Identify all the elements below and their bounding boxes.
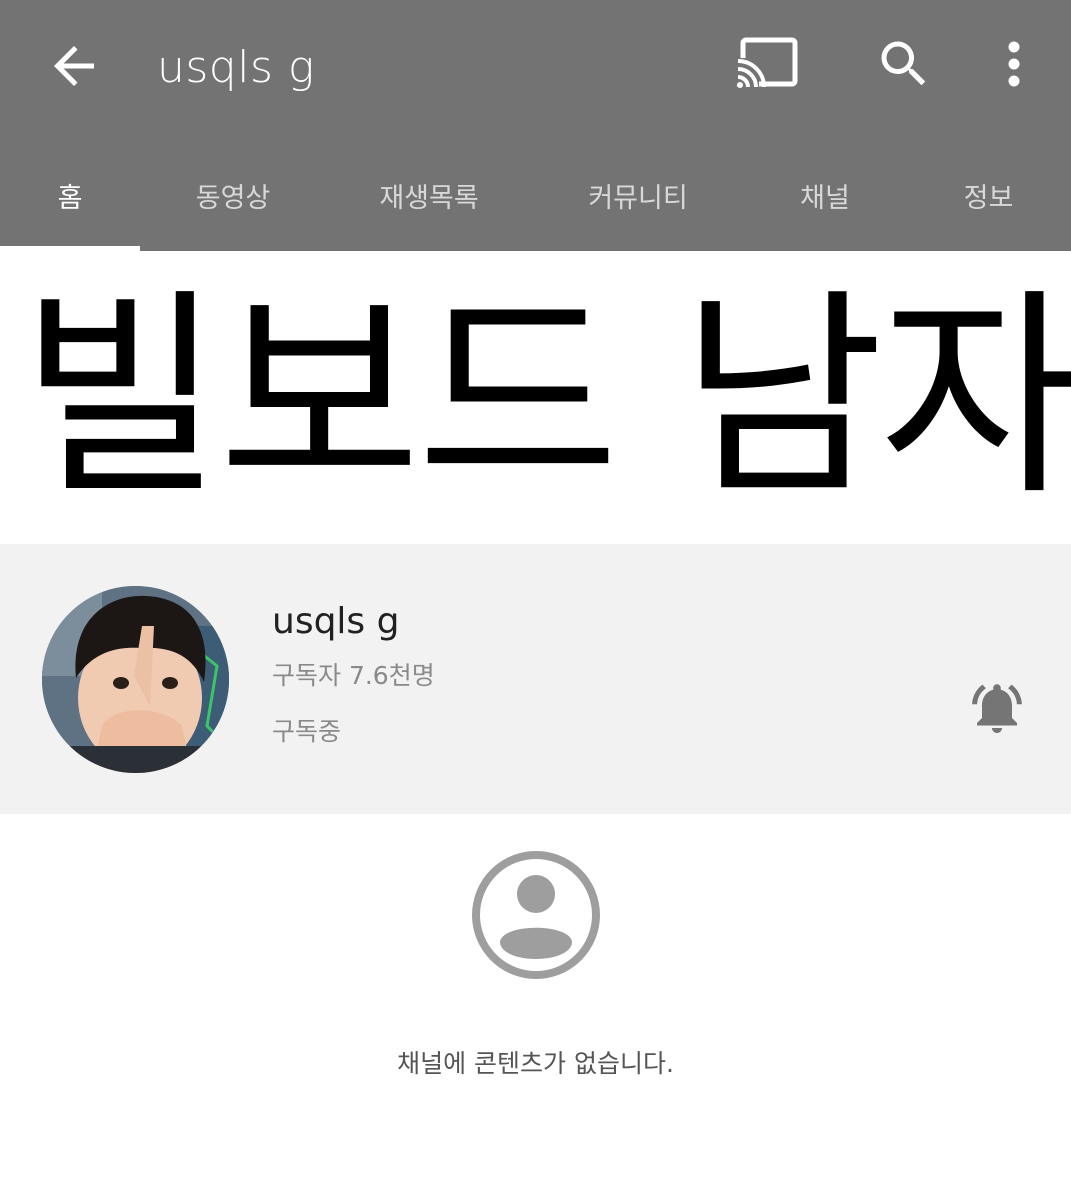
tab-channels[interactable]: 채널 <box>744 140 906 251</box>
cast-button[interactable] <box>735 36 801 92</box>
subscriber-count: 구독자 7.6천명 <box>272 661 435 690</box>
tab-about[interactable]: 정보 <box>906 140 1071 251</box>
app-bar: usqls g 홈 동영상 재생목록 커뮤니티 채널 정보 <box>0 0 1071 251</box>
tab-home[interactable]: 홈 <box>0 140 140 251</box>
more-options-button[interactable] <box>996 34 1032 94</box>
more-vert-icon <box>1008 41 1020 87</box>
channel-info-panel: usqls g 구독자 7.6천명 구독중 <box>0 544 1071 814</box>
empty-state-message: 채널에 콘텐츠가 없습니다. <box>397 1049 674 1078</box>
tab-community[interactable]: 커뮤니티 <box>532 140 744 251</box>
search-icon <box>881 41 926 86</box>
account-circle-icon <box>472 851 600 979</box>
search-button[interactable] <box>874 34 934 94</box>
tab-videos[interactable]: 동영상 <box>140 140 326 251</box>
notifications-active-icon <box>972 684 1022 733</box>
back-button[interactable] <box>44 36 104 96</box>
empty-channel-icon <box>470 849 602 981</box>
channel-name: usqls g <box>272 601 400 642</box>
banner-text: 빌보드 남자 <box>20 269 1071 525</box>
subscription-status[interactable]: 구독중 <box>272 715 341 749</box>
channel-banner: 빌보드 남자 <box>0 251 1071 544</box>
cast-icon <box>735 37 798 90</box>
channel-avatar[interactable] <box>42 586 229 773</box>
channel-tabs: 홈 동영상 재생목록 커뮤니티 채널 정보 <box>0 140 1071 251</box>
avatar-image <box>42 586 229 773</box>
notification-bell-button[interactable] <box>966 678 1028 738</box>
arrow-back-icon <box>54 46 94 86</box>
tab-playlists[interactable]: 재생목록 <box>326 140 532 251</box>
channel-title: usqls g <box>157 42 315 93</box>
